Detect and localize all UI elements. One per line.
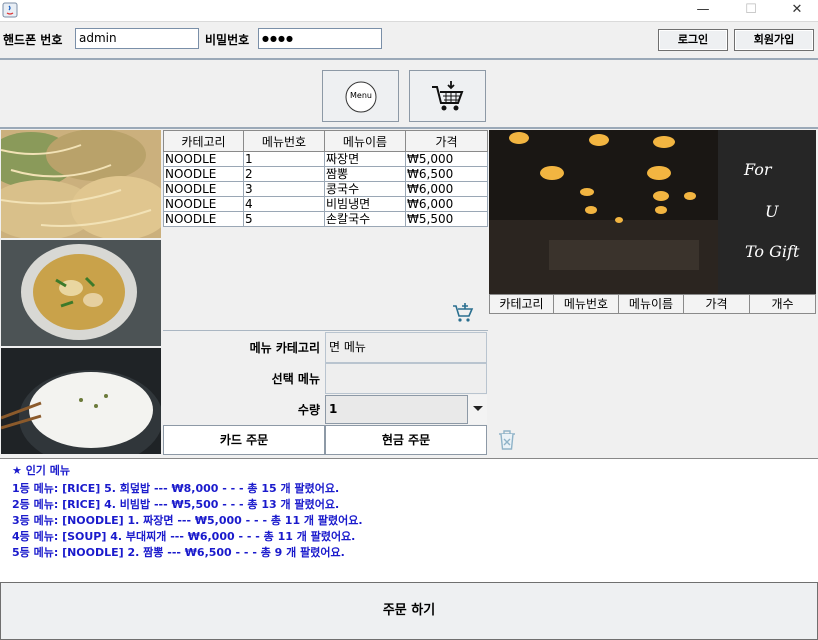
popular-item: 1등 메뉴: [RICE] 5. 회덮밥 --- ₩8,000 - - - 총 … [12,482,340,495]
soup-image[interactable] [1,240,161,346]
cell-price[interactable]: ₩6,000 [405,181,488,197]
trash-icon[interactable] [497,429,517,451]
popular-item: 3등 메뉴: [NOODLE] 1. 짜장면 --- ₩5,000 - - - … [12,514,363,527]
divider [163,330,488,331]
order-button[interactable]: 주문 하기 [0,582,818,640]
cell-price[interactable]: ₩6,500 [405,166,488,182]
column-header[interactable]: 가격 [405,130,488,152]
column-header[interactable]: 카테고리 [163,130,244,152]
quantity-label: 수량 [297,403,320,417]
menu-table: 카테고리 메뉴번호 메뉴이름 가격 NOODLE 1 짜장면 ₩5,000 NO… [163,130,488,227]
cell-number[interactable]: 3 [243,181,325,197]
card-order-button[interactable]: 카드 주문 [163,425,325,455]
popular-menu-panel: ★ 인기 메뉴 1등 메뉴: [RICE] 5. 회덮밥 --- ₩8,000 … [0,458,818,582]
cell-price[interactable]: ₩5,500 [405,211,488,227]
cell-name[interactable]: 짬뽕 [324,166,406,182]
java-app-icon [2,2,18,18]
cell-name[interactable]: 콩국수 [324,181,406,197]
cell-number[interactable]: 4 [243,196,325,212]
popular-title: ★ 인기 메뉴 [12,464,71,477]
table-row[interactable]: NOODLE 2 짬뽕 ₩6,500 [163,166,488,182]
cash-order-button[interactable]: 현금 주문 [325,425,487,455]
selected-menu-label: 선택 메뉴 [271,372,320,386]
rice-image[interactable] [1,348,161,454]
title-bar: — ☐ ✕ [0,0,818,22]
cell-name[interactable]: 손칼국수 [324,211,406,227]
cell-price[interactable]: ₩5,000 [405,151,488,167]
popular-item: 4등 메뉴: [SOUP] 4. 부대찌개 --- ₩6,000 - - - 총… [12,530,356,543]
table-row[interactable]: NOODLE 1 짜장면 ₩5,000 [163,151,488,167]
phone-input[interactable]: admin [75,28,199,49]
dropdown-arrow[interactable] [467,395,487,424]
cart-download-button[interactable] [409,70,486,122]
column-header[interactable]: 메뉴번호 [243,130,325,152]
cell-category[interactable]: NOODLE [163,151,244,167]
cell-name[interactable]: 짜장면 [324,151,406,167]
banner-text-line3: To Gift [745,242,800,261]
selected-menu-field[interactable] [325,363,487,394]
restaurant-banner-image: For U To Gift [489,130,816,294]
cell-price[interactable]: ₩6,000 [405,196,488,212]
popular-item: 5등 메뉴: [NOODLE] 2. 짬뽕 --- ₩6,500 - - - 총… [12,546,345,559]
column-header[interactable]: 메뉴번호 [553,294,619,314]
banner-text-line2: U [765,202,779,221]
login-button[interactable]: 로그인 [658,29,728,51]
column-header[interactable]: 가격 [683,294,750,314]
chevron-down-icon [473,406,483,411]
divider [0,58,818,60]
cart-download-icon [432,81,464,111]
menu-button-label: Menu [350,91,372,100]
cell-name[interactable]: 비빔냉면 [324,196,406,212]
cell-category[interactable]: NOODLE [163,166,244,182]
quantity-select[interactable]: 1 [325,395,487,424]
cell-number[interactable]: 2 [243,166,325,182]
column-header[interactable]: 메뉴이름 [618,294,684,314]
add-to-cart-icon[interactable] [452,303,474,323]
cell-number[interactable]: 1 [243,151,325,167]
menu-table-panel: 카테고리 메뉴번호 메뉴이름 가격 NOODLE 1 짜장면 ₩5,000 NO… [163,130,488,330]
password-input[interactable]: ●●●● [258,28,382,49]
column-header[interactable]: 카테고리 [489,294,554,314]
menu-table-header: 카테고리 메뉴번호 메뉴이름 가격 [163,130,488,152]
phone-label: 핸드폰 번호 [3,33,63,47]
category-field[interactable]: 면 메뉴 [325,332,487,363]
menu-button[interactable]: Menu [322,70,399,122]
password-label: 비밀번호 [205,33,250,47]
cell-category[interactable]: NOODLE [163,196,244,212]
cell-category[interactable]: NOODLE [163,181,244,197]
table-row[interactable]: NOODLE 3 콩국수 ₩6,000 [163,181,488,197]
noodles-image[interactable] [1,130,161,238]
table-row[interactable]: NOODLE 5 손칼국수 ₩5,500 [163,211,488,227]
popular-item: 2등 메뉴: [RICE] 4. 비빔밥 --- ₩5,500 - - - 총 … [12,498,340,511]
signup-button[interactable]: 회원가입 [734,29,814,51]
quantity-value: 1 [329,402,338,416]
close-button[interactable]: ✕ [774,0,818,22]
minimize-button[interactable]: — [680,0,726,22]
column-header[interactable]: 개수 [749,294,816,314]
cell-category[interactable]: NOODLE [163,211,244,227]
category-label: 메뉴 카테고리 [249,341,320,355]
cart-table-header: 카테고리 메뉴번호 메뉴이름 가격 개수 [489,294,816,315]
column-header[interactable]: 메뉴이름 [324,130,406,152]
banner-text-line1: For [744,160,772,179]
cell-number[interactable]: 5 [243,211,325,227]
divider [0,127,818,129]
maximize-button[interactable]: ☐ [728,0,774,22]
table-row[interactable]: NOODLE 4 비빔냉면 ₩6,000 [163,196,488,212]
